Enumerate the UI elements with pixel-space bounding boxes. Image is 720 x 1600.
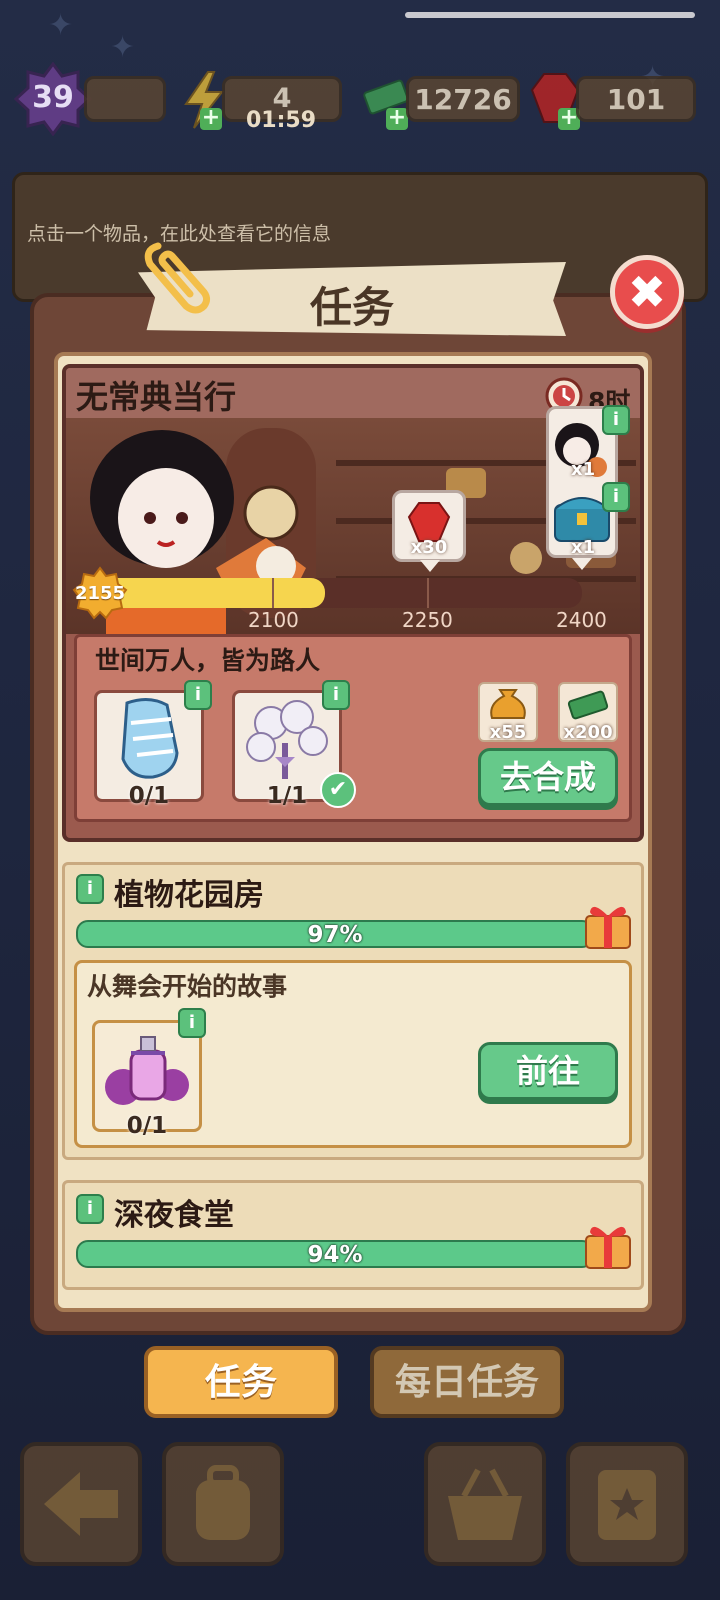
event-points-badge: 2155 <box>72 566 128 622</box>
goto-button-label: 前往 <box>515 1052 580 1090</box>
reward-qty: x200 <box>563 722 613 743</box>
info-button[interactable]: i <box>184 680 212 710</box>
coin-bag-icon <box>490 689 526 719</box>
level-badge[interactable]: 39 <box>13 61 93 137</box>
gems-value: 101 <box>606 82 666 116</box>
clipboard-star-icon <box>598 1470 656 1540</box>
info-button[interactable]: i <box>602 482 630 512</box>
section-progress-text: 97% <box>307 922 363 948</box>
quest-item-count: 0/1 <box>128 783 170 809</box>
star-decoration: ✦ <box>110 30 136 65</box>
level-value: 39 <box>32 80 74 115</box>
back-button[interactable] <box>20 1442 142 1566</box>
info-button[interactable]: i <box>602 405 630 435</box>
progress-tick-label: 2100 <box>248 608 299 632</box>
gift-box-icon[interactable] <box>582 896 634 949</box>
progress-tick-label: 2250 <box>402 608 453 632</box>
gift-box-icon[interactable] <box>582 1216 634 1269</box>
section-quest-title: 从舞会开始的故事 <box>87 972 288 1001</box>
cash-stack-icon <box>567 690 609 720</box>
energy-timer: 01:59 <box>246 108 317 133</box>
xp-bar <box>84 76 166 122</box>
info-button[interactable]: i <box>178 1008 206 1038</box>
quest-reward[interactable]: x200 <box>558 682 618 743</box>
progress-tick-label: 2400 <box>556 608 607 632</box>
gems-counter: 101 <box>576 76 696 122</box>
section-progress-text: 94% <box>307 1242 363 1268</box>
reward-qty: x55 <box>489 722 527 743</box>
backpack-icon <box>196 1465 250 1540</box>
goto-button[interactable]: 前往 <box>478 1042 618 1100</box>
cash-value: 12726 <box>414 82 512 116</box>
backpack-button[interactable] <box>162 1442 284 1566</box>
tab-tasks[interactable]: 任务 <box>144 1346 338 1418</box>
section-progress-bar: 97% <box>76 920 594 948</box>
milestone-gem-qty: x30 <box>410 537 448 558</box>
basket-button[interactable] <box>424 1442 546 1566</box>
section-progress-bar: 94% <box>76 1240 594 1268</box>
info-button[interactable]: i <box>322 680 350 710</box>
tab-daily-label: 每日任务 <box>394 1362 539 1403</box>
marker-pointer <box>572 558 592 570</box>
back-arrow-icon <box>44 1472 118 1536</box>
star-decoration: ✦ <box>48 8 74 43</box>
basket-icon <box>448 1468 522 1540</box>
tasks-clipboard-button[interactable] <box>566 1442 688 1566</box>
info-button[interactable]: i <box>76 874 104 904</box>
event-points: 2155 <box>74 583 126 604</box>
info-button[interactable]: i <box>76 1194 104 1224</box>
tab-tasks-label: 任务 <box>204 1362 277 1403</box>
paperclip-icon <box>138 236 218 316</box>
close-button[interactable]: ✖ <box>610 255 684 329</box>
quest-title: 世间万人，皆为路人 <box>95 646 321 675</box>
final-reward-qty: x1 <box>571 537 596 558</box>
tab-daily-tasks[interactable]: 每日任务 <box>370 1346 564 1418</box>
close-icon: ✖ <box>627 265 667 319</box>
progress-tick <box>427 578 429 608</box>
merge-button-label: 去合成 <box>499 758 596 796</box>
quest-reward[interactable]: x55 <box>478 682 538 743</box>
section-title: 深夜食堂 <box>114 1198 234 1233</box>
cash-counter: 12726 <box>406 76 520 122</box>
add-cash-button[interactable]: + <box>386 107 408 130</box>
event-title: 无常典当行 <box>76 378 237 416</box>
checkmark-icon: ✔ <box>320 772 356 808</box>
quest-item-count: 0/1 <box>126 1113 168 1139</box>
marker-pointer <box>420 560 440 572</box>
home-indicator[interactable] <box>405 12 695 18</box>
final-reward-qty: x1 <box>571 459 596 480</box>
milestone-reward-gems[interactable]: x30 <box>392 490 466 562</box>
section-title: 植物花园房 <box>114 878 264 913</box>
add-energy-button[interactable]: + <box>200 107 222 130</box>
progress-tick <box>272 578 274 608</box>
merge-button[interactable]: 去合成 <box>478 748 618 806</box>
